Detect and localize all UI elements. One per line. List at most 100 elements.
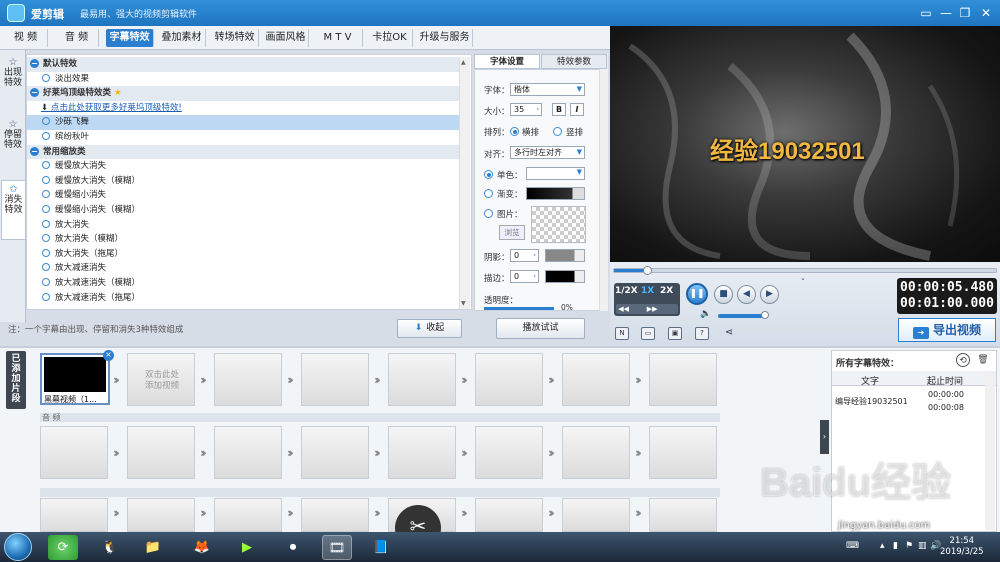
side-tab-appear[interactable]: ☆ 出现特效 [1, 54, 25, 114]
font-select[interactable]: 楷体 ▼ [510, 83, 585, 96]
speed-2x[interactable]: 2X [660, 286, 673, 296]
share-icon[interactable]: ⋖ [722, 327, 736, 340]
track-slot[interactable] [301, 498, 369, 532]
track-slot[interactable] [127, 498, 195, 532]
video-slot[interactable] [388, 353, 456, 406]
tab-item[interactable]: 字幕特效 [106, 29, 154, 47]
effect-group-header[interactable]: − 默认特效 [27, 57, 459, 72]
effect-item[interactable]: 缤纷秋叶 [27, 130, 459, 145]
gradient-radio[interactable] [484, 189, 493, 198]
effect-item[interactable]: 放大消失 [27, 218, 459, 233]
audio-slot[interactable] [301, 426, 369, 479]
speed-half[interactable]: 1/2X [615, 286, 638, 296]
effects-scrollbar[interactable]: ▲ ▼ [459, 57, 470, 309]
audio-slot[interactable] [388, 426, 456, 479]
props-scrollbar[interactable] [599, 69, 608, 311]
panel-toggle-button[interactable]: › [820, 420, 829, 454]
audio-slot[interactable] [649, 426, 717, 479]
recorder-icon[interactable]: ⏺ [278, 535, 308, 560]
opacity-slider[interactable] [484, 307, 554, 310]
effect-item[interactable]: 放大减速消失（模糊） [27, 276, 459, 291]
new-project-icon[interactable]: N [615, 327, 629, 340]
clock[interactable]: 21:54 2019/3/25 [940, 536, 984, 558]
flag-icon[interactable]: ⚑ [905, 541, 913, 551]
effect-item[interactable]: 放大消失（拖尾） [27, 247, 459, 262]
video-slot[interactable] [301, 353, 369, 406]
effect-item[interactable]: 放大减速消失（拖尾） [27, 291, 459, 306]
tab-item[interactable]: 卡拉OK [367, 29, 413, 47]
video-slot[interactable] [475, 353, 543, 406]
arrange-horizontal-radio[interactable] [510, 127, 519, 136]
tab-item[interactable]: M T V [313, 29, 363, 47]
aijianji-taskbar-icon[interactable]: 🎞 [322, 535, 352, 560]
back-icon[interactable]: ⟲ [956, 353, 970, 367]
battery-icon[interactable]: ▮ [893, 541, 898, 551]
progress-track[interactable] [613, 268, 997, 273]
trash-icon[interactable]: 🗑 [976, 353, 990, 367]
play-test-button[interactable]: 播放试试 [496, 318, 585, 339]
effect-item[interactable]: 沙砾飞舞 [27, 115, 459, 130]
collapse-button[interactable]: ⬇ 收起 [397, 319, 462, 338]
solid-color-radio[interactable] [484, 170, 493, 179]
audio-slot[interactable] [562, 426, 630, 479]
added-clips-tab[interactable]: 已添加片段 [6, 351, 26, 409]
side-tab-stay[interactable]: ☆ 停留特效 [1, 116, 25, 176]
track-slot[interactable] [214, 498, 282, 532]
network-icon[interactable]: ▥ [918, 541, 927, 551]
audio-slot[interactable] [475, 426, 543, 479]
video-slot[interactable] [649, 353, 717, 406]
speed-1x[interactable]: 1X [641, 286, 654, 296]
side-tab-disappear[interactable]: ✩ 消失特效 [1, 180, 25, 240]
minimize-button[interactable]: — [936, 3, 956, 23]
tab-item[interactable]: 转场特效 [211, 29, 259, 47]
tab-item[interactable]: 升级与服务 [417, 29, 473, 47]
audio-slot[interactable] [214, 426, 282, 479]
effect-item[interactable]: 缓慢放大消失（模糊） [27, 174, 459, 189]
effect-group-header[interactable]: − 好莱坞顶级特效类 ★ [27, 86, 459, 101]
save-icon[interactable]: ▣ [668, 327, 682, 340]
help-icon[interactable]: ? [695, 327, 709, 340]
image-radio[interactable] [484, 209, 493, 218]
panel-scrollbar[interactable] [985, 372, 995, 530]
open-folder-icon[interactable]: ▭ [641, 327, 655, 340]
arrange-vertical-radio[interactable] [553, 127, 562, 136]
file-explorer-icon[interactable]: 📁 [138, 535, 168, 560]
skin-icon[interactable]: ▭ [916, 3, 936, 23]
shadow-color-picker[interactable] [545, 249, 585, 262]
volume-slider[interactable] [718, 314, 766, 318]
effect-item[interactable]: 缓慢缩小消失 [27, 188, 459, 203]
frame-step-bar[interactable]: ◀◀ ▶▶ [616, 304, 678, 314]
notes-icon[interactable]: 📘 [366, 535, 396, 560]
tray-expand-icon[interactable]: ▴ [880, 541, 885, 551]
stop-button[interactable]: ■ [714, 285, 733, 304]
video-clip[interactable]: 黑幕视频（1... [40, 353, 110, 405]
tab-font-settings[interactable]: 字体设置 [474, 54, 540, 69]
more-effects-link[interactable]: ⬇ 点击此处获取更多好莱坞顶级特效! [27, 101, 459, 116]
tab-item[interactable]: 叠加素材 [158, 29, 206, 47]
progress-knob[interactable] [643, 266, 652, 275]
add-video-hint[interactable]: 双击此处 添加视频 [131, 370, 193, 392]
stroke-color-picker[interactable] [545, 270, 585, 283]
collapse-group-icon[interactable]: − [30, 146, 39, 156]
audio-slot[interactable] [127, 426, 195, 479]
app-360-icon[interactable]: ⟳ [48, 535, 78, 560]
effect-item[interactable]: 缓慢放大消失 [27, 159, 459, 174]
effect-item[interactable]: 放大消失（模糊） [27, 232, 459, 247]
stroke-stepper[interactable]: 0 › [510, 270, 539, 283]
volume-icon[interactable]: 🔈 [700, 309, 711, 319]
effect-item[interactable]: 缓慢缩小消失（模糊） [27, 203, 459, 218]
italic-button[interactable]: I [570, 103, 584, 116]
size-stepper[interactable]: 35 › [510, 103, 542, 116]
audio-slot[interactable] [40, 426, 108, 479]
bold-button[interactable]: B [552, 103, 566, 116]
effect-item[interactable]: 淡出效果 [27, 72, 459, 87]
shadow-stepper[interactable]: 0 › [510, 249, 539, 262]
video-slot[interactable] [562, 353, 630, 406]
start-button[interactable] [4, 533, 32, 561]
remove-clip-icon[interactable]: × [103, 350, 114, 361]
volume-knob[interactable] [761, 311, 769, 319]
track-slot[interactable] [40, 498, 108, 532]
effect-item[interactable]: 放大减速消失 [27, 261, 459, 276]
chevron-down-icon[interactable]: ⌄ [800, 274, 806, 282]
align-select[interactable]: 多行时左对齐 ▼ [510, 146, 585, 159]
